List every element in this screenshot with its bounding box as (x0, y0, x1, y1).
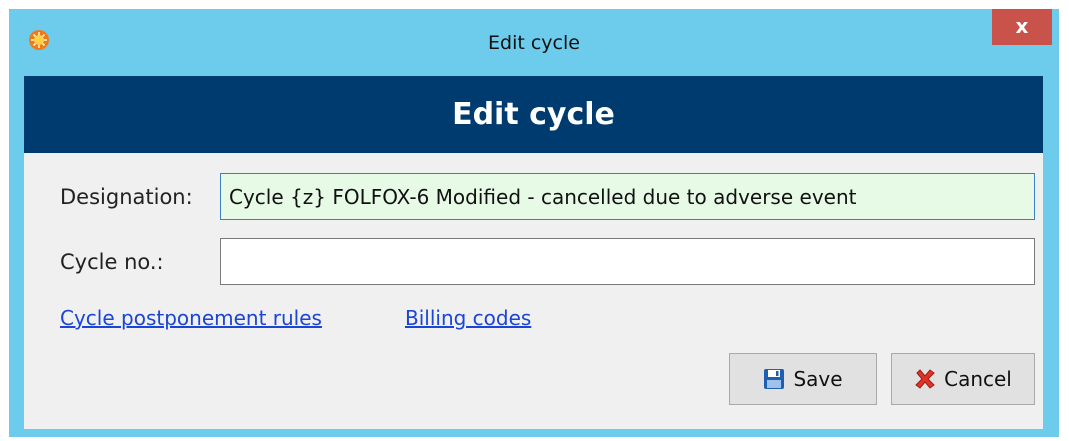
edit-cycle-window: Edit cycle x Edit cycle Designation: Cyc… (9, 9, 1059, 437)
title-bar[interactable]: Edit cycle x (9, 9, 1059, 76)
cancel-label: Cancel (944, 367, 1012, 391)
cycle-no-input[interactable] (220, 238, 1035, 285)
save-button[interactable]: Save (729, 353, 877, 405)
designation-label: Designation: (60, 185, 193, 209)
red-x-icon (914, 368, 936, 390)
close-button[interactable]: x (992, 9, 1052, 45)
save-label: Save (793, 367, 843, 391)
cycle-no-label: Cycle no.: (60, 250, 164, 274)
billing-codes-link[interactable]: Billing codes (405, 306, 531, 330)
cancel-button[interactable]: Cancel (891, 353, 1035, 405)
form-panel: Designation: Cycle no.: Cycle postponeme… (24, 153, 1043, 429)
floppy-disk-icon (763, 368, 785, 390)
page-title: Edit cycle (24, 76, 1043, 153)
window-title: Edit cycle (488, 32, 580, 54)
designation-input[interactable] (220, 173, 1035, 220)
cycle-postponement-rules-link[interactable]: Cycle postponement rules (60, 306, 322, 330)
